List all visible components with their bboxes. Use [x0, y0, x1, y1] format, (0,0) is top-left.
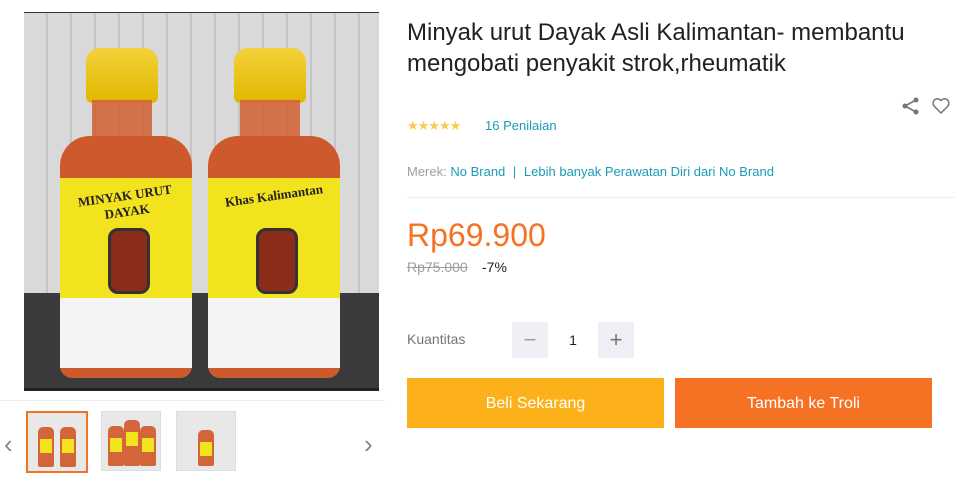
reviews-link[interactable]: 16 Penilaian: [485, 118, 557, 133]
share-icon[interactable]: [901, 96, 921, 116]
brand-link[interactable]: No Brand: [450, 164, 505, 179]
divider: [407, 197, 955, 198]
discount-badge: -7%: [482, 259, 507, 275]
thumbnail-2[interactable]: [101, 411, 161, 471]
product-title: Minyak urut Dayak Asli Kalimantan- memba…: [407, 19, 905, 77]
quantity-label: Kuantitas: [407, 331, 466, 347]
bottle-left: MINYAK URUT DAYAK: [56, 48, 196, 378]
action-icons: [901, 96, 951, 116]
current-price: Rp69.900: [407, 217, 546, 253]
product-gallery: MINYAK URUT DAYAK Khas Kalimantan ‹ ›: [0, 0, 385, 484]
bottle-right: Khas Kalimantan: [204, 48, 344, 378]
brand-row: Merek: No Brand | Lebih banyak Perawatan…: [407, 164, 774, 179]
quantity-stepper: − 1 +: [512, 322, 634, 358]
thumbnail-1[interactable]: [26, 411, 88, 473]
buy-now-button[interactable]: Beli Sekarang: [407, 378, 664, 428]
thumbnail-strip: ‹ ›: [0, 400, 385, 485]
add-to-cart-button[interactable]: Tambah ke Troli: [675, 378, 932, 428]
next-arrow-icon[interactable]: ›: [364, 429, 373, 460]
rating-stars: ★★★★★: [407, 118, 461, 133]
quantity-value[interactable]: 1: [548, 332, 598, 348]
more-from-brand-link[interactable]: Lebih banyak Perawatan Diri dari No Bran…: [524, 164, 774, 179]
heart-icon[interactable]: [931, 96, 951, 116]
thumbnail-3[interactable]: [176, 411, 236, 471]
original-price: Rp75.000: [407, 259, 468, 275]
prev-arrow-icon[interactable]: ‹: [4, 429, 13, 460]
main-product-image[interactable]: MINYAK URUT DAYAK Khas Kalimantan: [24, 12, 379, 391]
brand-label: Merek:: [407, 164, 447, 179]
increase-quantity-button[interactable]: +: [598, 322, 634, 358]
decrease-quantity-button[interactable]: −: [512, 322, 548, 358]
brand-separator: |: [512, 164, 517, 179]
